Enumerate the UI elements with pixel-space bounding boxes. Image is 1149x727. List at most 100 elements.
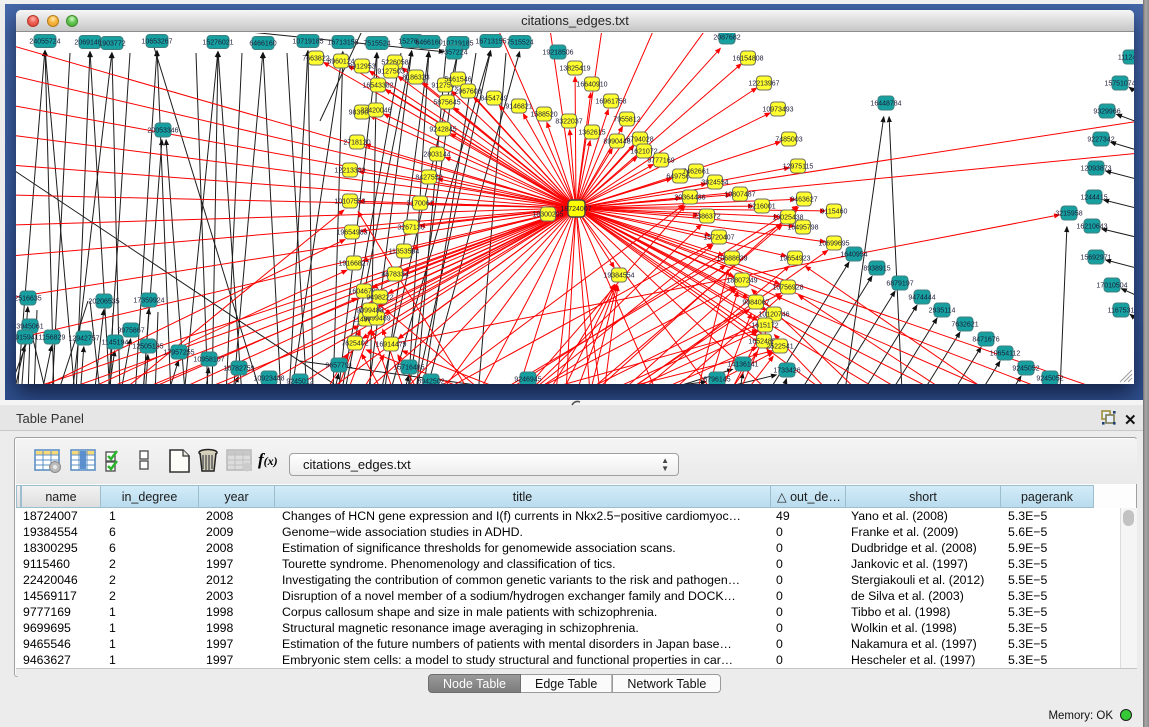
svg-text:9227342: 9227342 xyxy=(1087,136,1114,143)
svg-text:1903772: 1903772 xyxy=(98,40,125,47)
svg-text:16448784: 16448784 xyxy=(870,100,901,107)
svg-text:1733426: 1733426 xyxy=(773,367,800,374)
svg-text:3267130: 3267130 xyxy=(397,224,424,231)
svg-text:9474444: 9474444 xyxy=(908,294,935,301)
svg-text:2967608: 2967608 xyxy=(454,88,481,95)
svg-text:9245052: 9245052 xyxy=(1012,365,1039,372)
svg-text:15276021: 15276021 xyxy=(202,39,233,46)
svg-text:9099488: 9099488 xyxy=(356,307,383,314)
svg-text:1362615: 1362615 xyxy=(578,129,605,136)
svg-text:7462661: 7462661 xyxy=(682,168,709,175)
svg-text:3215958: 3215958 xyxy=(1055,210,1082,217)
svg-text:1615172: 1615172 xyxy=(751,322,778,329)
svg-text:10719185: 10719185 xyxy=(292,38,323,45)
svg-text:12213383: 12213383 xyxy=(334,167,365,174)
svg-text:17010504: 17010504 xyxy=(1096,282,1127,289)
svg-text:7485003: 7485003 xyxy=(775,136,802,143)
svg-text:20364436: 20364436 xyxy=(674,194,705,201)
svg-text:3945061: 3945061 xyxy=(16,323,43,330)
svg-text:20206535: 20206535 xyxy=(88,298,119,305)
svg-text:10958107: 10958107 xyxy=(193,356,224,363)
svg-text:1145194: 1145194 xyxy=(102,339,129,346)
svg-text:17359924: 17359924 xyxy=(133,297,164,304)
svg-text:10654112: 10654112 xyxy=(990,350,1021,357)
svg-text:12975115: 12975115 xyxy=(783,163,814,170)
svg-text:9498222: 9498222 xyxy=(366,294,393,301)
svg-text:9084067: 9084067 xyxy=(742,299,769,306)
svg-text:9127503: 9127503 xyxy=(377,68,404,75)
svg-text:2522541: 2522541 xyxy=(766,343,793,350)
svg-text:8796145: 8796145 xyxy=(703,376,730,383)
svg-text:7955812: 7955812 xyxy=(613,116,640,123)
svg-text:1640954: 1640954 xyxy=(840,251,867,258)
svg-text:10688639: 10688639 xyxy=(716,255,747,262)
svg-text:3915941: 3915941 xyxy=(16,334,39,341)
svg-text:8938915: 8938915 xyxy=(863,265,890,272)
svg-text:14136141: 14136141 xyxy=(727,361,758,368)
svg-text:16495798: 16495798 xyxy=(787,224,818,231)
svg-text:15716485: 15716485 xyxy=(393,364,424,371)
svg-text:18724007: 18724007 xyxy=(560,206,591,213)
svg-text:10120746: 10120746 xyxy=(758,311,789,318)
svg-text:10699695: 10699695 xyxy=(818,240,849,247)
svg-text:10973493: 10973493 xyxy=(762,106,793,113)
svg-text:10756928: 10756928 xyxy=(772,284,803,291)
svg-text:9777169: 9777169 xyxy=(647,157,674,164)
svg-text:19654923: 19654923 xyxy=(779,255,810,262)
svg-text:16543382: 16543382 xyxy=(362,82,393,89)
svg-text:7357224: 7357224 xyxy=(440,49,467,56)
svg-text:17957255: 17957255 xyxy=(163,349,194,356)
svg-text:18300295: 18300295 xyxy=(532,211,563,218)
svg-text:16782759: 16782759 xyxy=(223,365,254,372)
svg-text:8678334: 8678334 xyxy=(381,271,408,278)
svg-text:16914479: 16914479 xyxy=(375,341,406,348)
svg-text:19384554: 19384554 xyxy=(603,272,634,279)
svg-text:16713155: 16713155 xyxy=(475,38,506,45)
svg-text:5875645: 5875645 xyxy=(433,99,460,106)
svg-text:2516635: 2516635 xyxy=(16,295,42,302)
svg-text:15751074: 15751074 xyxy=(1104,80,1134,87)
svg-text:13825419: 13825419 xyxy=(559,65,590,72)
svg-text:12213967: 12213967 xyxy=(748,80,779,87)
svg-text:12505135: 12505135 xyxy=(132,343,163,350)
svg-text:1588520: 1588520 xyxy=(530,111,557,118)
svg-text:8471676: 8471676 xyxy=(972,336,999,343)
svg-text:19166827: 19166827 xyxy=(338,260,369,267)
svg-text:6216001: 6216001 xyxy=(748,203,775,210)
svg-text:9146821: 9146821 xyxy=(505,103,532,110)
svg-text:16713155: 16713155 xyxy=(327,39,358,46)
svg-text:2087682: 2087682 xyxy=(713,34,740,41)
svg-text:7515524: 7515524 xyxy=(363,40,390,47)
svg-text:8942502: 8942502 xyxy=(417,378,444,384)
svg-text:10107553: 10107553 xyxy=(334,198,365,205)
svg-text:7625402: 7625402 xyxy=(341,340,368,347)
svg-text:7663822: 7663822 xyxy=(302,55,329,62)
svg-text:3170061: 3170061 xyxy=(406,200,433,207)
svg-text:1244415: 1244415 xyxy=(1080,194,1107,201)
svg-text:9975867: 9975867 xyxy=(117,327,144,334)
svg-text:16154808: 16154808 xyxy=(732,55,763,62)
svg-text:16210643: 16210643 xyxy=(1076,223,1107,230)
svg-text:12942757: 12942757 xyxy=(68,335,99,342)
svg-text:10923448: 10923448 xyxy=(253,375,284,382)
svg-text:6466160: 6466160 xyxy=(415,39,442,46)
svg-text:7386372: 7386372 xyxy=(693,213,720,220)
svg-text:3824554: 3824554 xyxy=(701,179,728,186)
svg-text:9242845: 9242845 xyxy=(429,126,456,133)
svg-text:9246945: 9246945 xyxy=(514,376,541,383)
svg-text:9657791: 9657791 xyxy=(325,362,352,369)
svg-text:2803144: 2803144 xyxy=(423,151,450,158)
svg-text:8322037: 8322037 xyxy=(555,118,582,125)
svg-text:1112467: 1112467 xyxy=(1118,54,1134,61)
svg-text:8912953: 8912953 xyxy=(348,63,375,70)
svg-text:9329966: 9329966 xyxy=(1093,108,1120,115)
svg-text:9245052: 9245052 xyxy=(1036,375,1063,382)
svg-text:11353594: 11353594 xyxy=(389,248,420,255)
svg-text:8186323: 8186323 xyxy=(402,74,429,81)
svg-text:2935114: 2935114 xyxy=(929,307,956,314)
svg-text:18807249: 18807249 xyxy=(726,277,757,284)
svg-text:24055724: 24055724 xyxy=(29,38,60,45)
svg-text:22420046: 22420046 xyxy=(360,107,391,114)
svg-text:19654983: 19654983 xyxy=(336,229,367,236)
svg-text:9245012: 9245012 xyxy=(286,378,313,384)
